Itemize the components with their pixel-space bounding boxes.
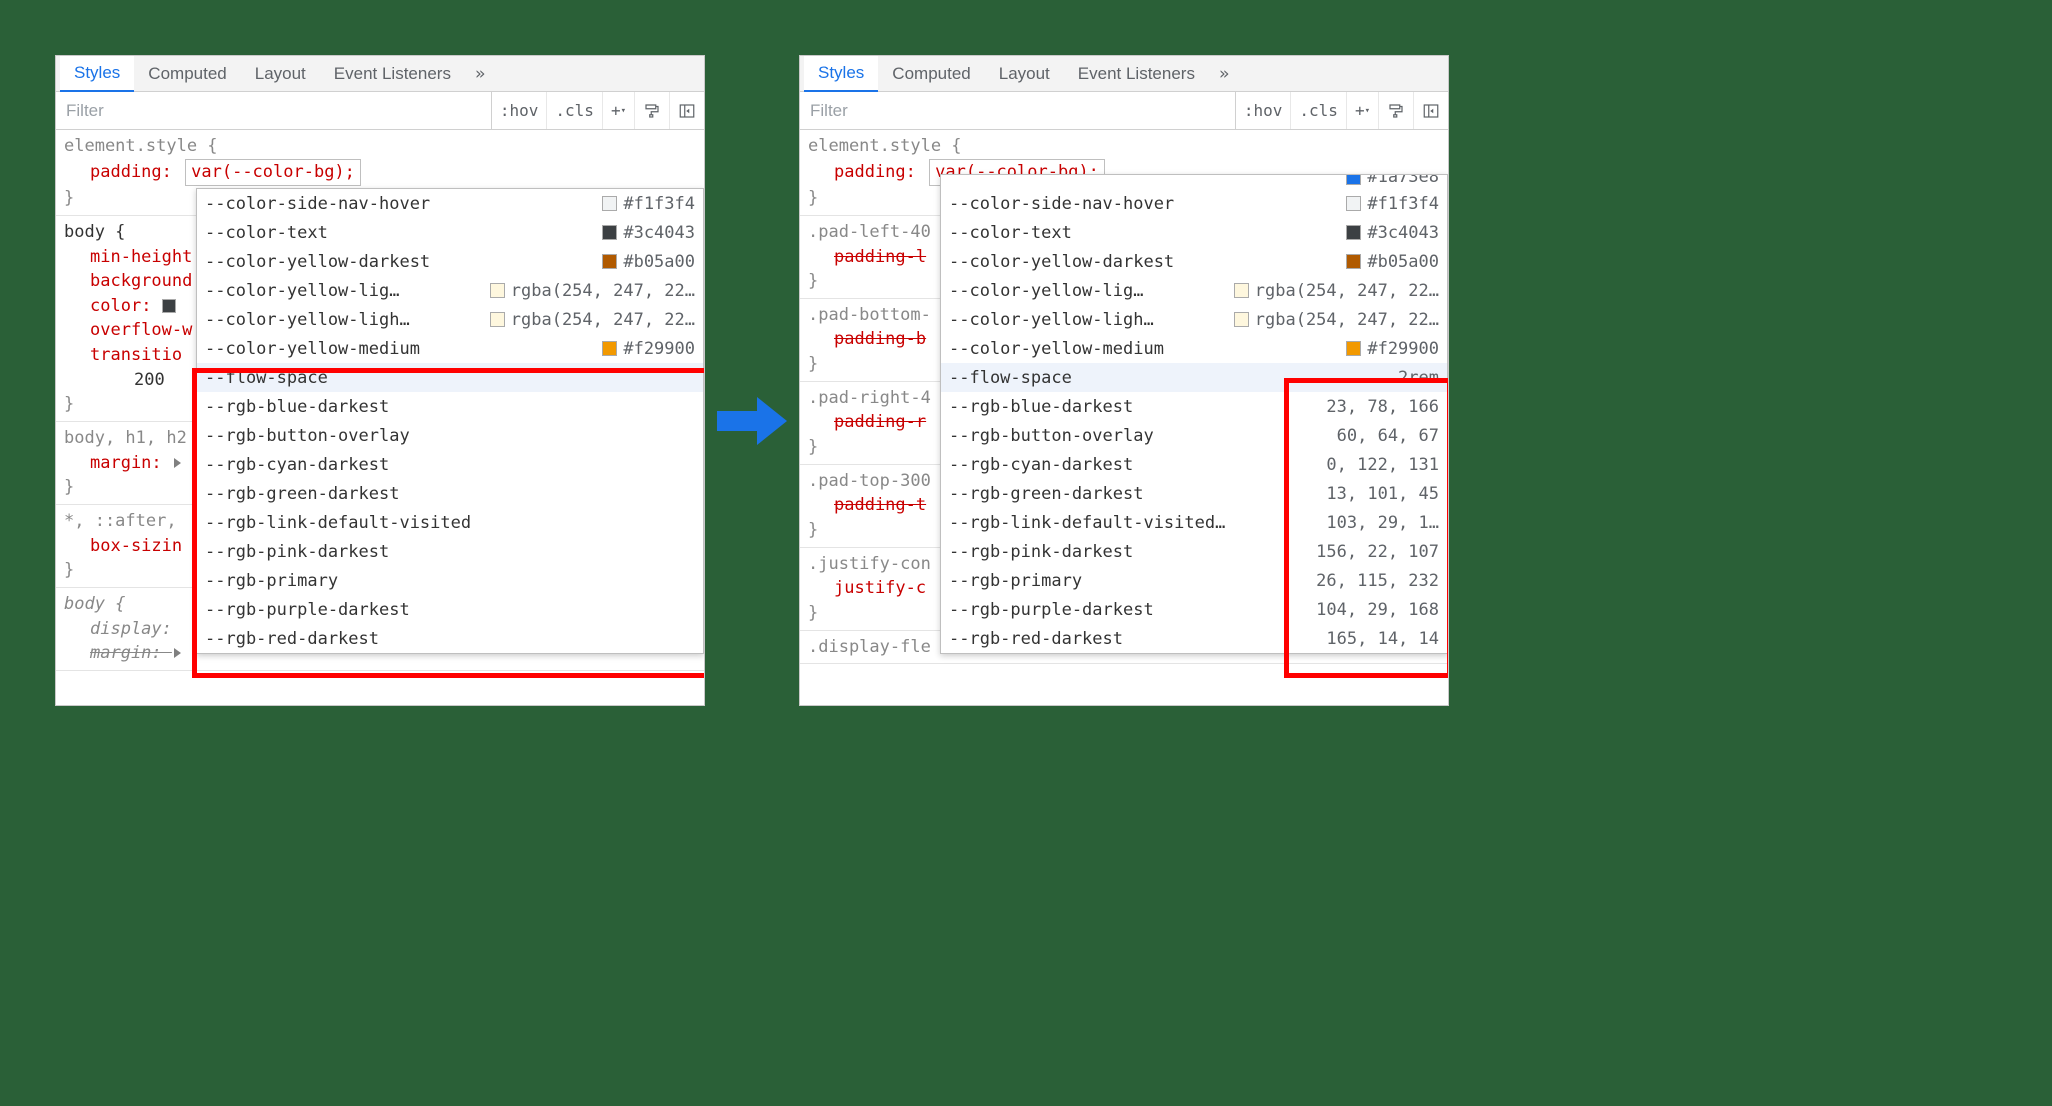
tab-event-listeners[interactable]: Event Listeners xyxy=(1064,56,1209,92)
autocomplete-item[interactable]: --color-side-nav-hover#f1f3f4 xyxy=(941,189,1447,218)
paint-icon[interactable] xyxy=(634,92,669,129)
autocomplete-item[interactable]: --rgb-pink-darkest156, 22, 107 xyxy=(941,537,1447,566)
autocomplete-item[interactable]: --rgb-purple-darkest104, 29, 168 xyxy=(941,595,1447,624)
rules-pane-right: element.style { padding: var(--color-bg)… xyxy=(800,130,1448,705)
autocomplete-item[interactable]: --color-yellow-lig…rgba(254, 247, 22… xyxy=(941,276,1447,305)
autocomplete-item[interactable]: --rgb-primary26, 115, 232 xyxy=(941,566,1447,595)
autocomplete-item[interactable]: --color-yellow-medium#f29900 xyxy=(941,334,1447,363)
tab-computed[interactable]: Computed xyxy=(878,56,984,92)
hov-toggle[interactable]: :hov xyxy=(491,92,547,129)
tab-styles[interactable]: Styles xyxy=(804,56,878,92)
autocomplete-dropdown-right[interactable]: color side nav active#1a73e8--color-side… xyxy=(940,174,1448,654)
paint-icon[interactable] xyxy=(1378,92,1413,129)
autocomplete-item[interactable]: --rgb-cyan-darkest0, 122, 131 xyxy=(941,450,1447,479)
tab-computed[interactable]: Computed xyxy=(134,56,240,92)
tab-bar: Styles Computed Layout Event Listeners » xyxy=(56,56,704,92)
expand-icon[interactable] xyxy=(174,648,181,658)
hov-toggle[interactable]: :hov xyxy=(1235,92,1291,129)
autocomplete-item[interactable]: --color-side-nav-hover#f1f3f4 xyxy=(197,189,703,218)
autocomplete-item[interactable]: color side nav active#1a73e8 xyxy=(941,175,1447,189)
autocomplete-item[interactable]: --color-yellow-medium#f29900 xyxy=(197,334,703,363)
filter-input[interactable] xyxy=(800,92,1235,129)
tab-styles[interactable]: Styles xyxy=(60,56,134,92)
cls-toggle[interactable]: .cls xyxy=(546,92,602,129)
autocomplete-item[interactable]: --color-yellow-darkest#b05a00 xyxy=(197,247,703,276)
new-rule-button[interactable]: +▾ xyxy=(1346,92,1378,129)
rules-pane-left: element.style { padding: var(--color-bg)… xyxy=(56,130,704,705)
autocomplete-item[interactable]: --color-yellow-ligh…rgba(254, 247, 22… xyxy=(197,305,703,334)
autocomplete-item[interactable]: --rgb-cyan-darkest xyxy=(197,450,703,479)
autocomplete-item[interactable]: --rgb-link-default-visited…103, 29, 1… xyxy=(941,508,1447,537)
expand-icon[interactable] xyxy=(174,458,181,468)
autocomplete-item[interactable]: --rgb-green-darkest xyxy=(197,479,703,508)
autocomplete-dropdown-left[interactable]: --color-side-nav-hover#f1f3f4--color-tex… xyxy=(196,188,704,654)
new-rule-button[interactable]: +▾ xyxy=(602,92,634,129)
autocomplete-item[interactable]: --color-text#3c4043 xyxy=(941,218,1447,247)
autocomplete-item[interactable]: --rgb-pink-darkest xyxy=(197,537,703,566)
autocomplete-item[interactable]: --rgb-red-darkest165, 14, 14 xyxy=(941,624,1447,653)
autocomplete-item[interactable]: --flow-space2rem xyxy=(941,363,1447,392)
autocomplete-item[interactable]: --rgb-green-darkest13, 101, 45 xyxy=(941,479,1447,508)
devtools-panel-right: Styles Computed Layout Event Listeners »… xyxy=(799,55,1449,706)
arrow-icon xyxy=(717,393,787,449)
tab-event-listeners[interactable]: Event Listeners xyxy=(320,56,465,92)
autocomplete-item[interactable]: --color-yellow-ligh…rgba(254, 247, 22… xyxy=(941,305,1447,334)
value-editor[interactable]: var(--color-bg); xyxy=(185,159,361,187)
autocomplete-item[interactable]: --rgb-link-default-visited xyxy=(197,508,703,537)
cls-toggle[interactable]: .cls xyxy=(1290,92,1346,129)
autocomplete-item[interactable]: --color-yellow-lig…rgba(254, 247, 22… xyxy=(197,276,703,305)
autocomplete-item[interactable]: --flow-space xyxy=(197,363,703,392)
devtools-panel-left: Styles Computed Layout Event Listeners »… xyxy=(55,55,705,706)
styles-toolbar: :hov .cls +▾ xyxy=(56,92,704,130)
tab-overflow[interactable]: » xyxy=(1209,64,1239,84)
autocomplete-item[interactable]: --rgb-button-overlay60, 64, 67 xyxy=(941,421,1447,450)
autocomplete-item[interactable]: --rgb-primary xyxy=(197,566,703,595)
tab-layout[interactable]: Layout xyxy=(241,56,320,92)
styles-toolbar: :hov .cls +▾ xyxy=(800,92,1448,130)
tab-overflow[interactable]: » xyxy=(465,64,495,84)
autocomplete-item[interactable]: --rgb-red-darkest xyxy=(197,624,703,653)
autocomplete-item[interactable]: --rgb-purple-darkest xyxy=(197,595,703,624)
autocomplete-item[interactable]: --rgb-blue-darkest xyxy=(197,392,703,421)
tab-layout[interactable]: Layout xyxy=(985,56,1064,92)
autocomplete-item[interactable]: --color-yellow-darkest#b05a00 xyxy=(941,247,1447,276)
toggle-sidebar-icon[interactable] xyxy=(1413,92,1448,129)
filter-input[interactable] xyxy=(56,92,491,129)
tab-bar: Styles Computed Layout Event Listeners » xyxy=(800,56,1448,92)
autocomplete-item[interactable]: --color-text#3c4043 xyxy=(197,218,703,247)
autocomplete-item[interactable]: --rgb-blue-darkest23, 78, 166 xyxy=(941,392,1447,421)
autocomplete-item[interactable]: --rgb-button-overlay xyxy=(197,421,703,450)
toggle-sidebar-icon[interactable] xyxy=(669,92,704,129)
